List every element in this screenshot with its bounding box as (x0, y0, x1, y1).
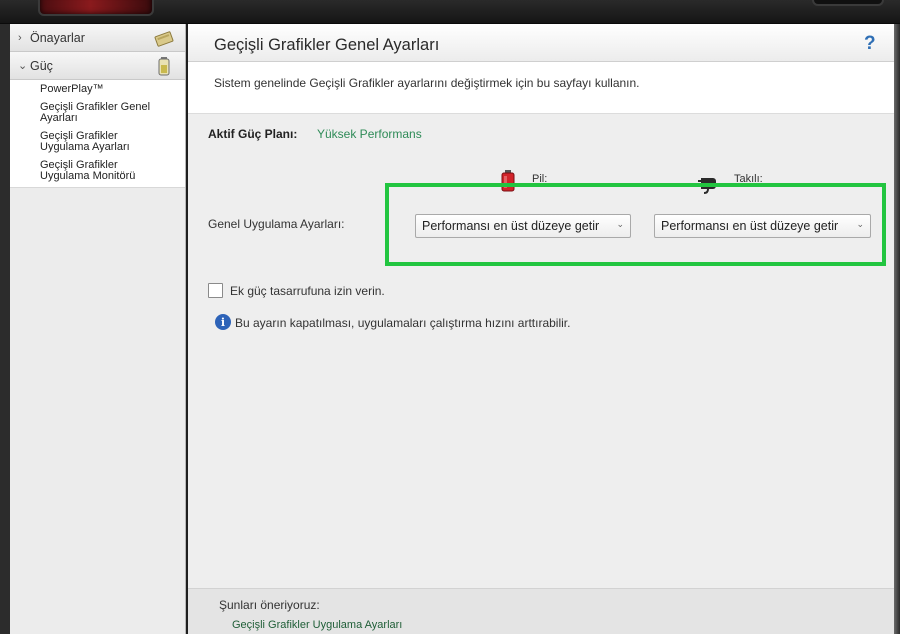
description-area: Sistem genelinde Geçişli Grafikler ayarl… (188, 62, 894, 114)
chevron-down-icon: ⌄ (18, 60, 28, 72)
chevron-right-icon: › (18, 31, 22, 44)
green-highlight-annotation (385, 183, 886, 266)
preset-card-icon (154, 31, 174, 47)
suggestion-link-app-settings[interactable]: Geçişli Grafikler Uygulama Ayarları (232, 619, 402, 631)
info-message: Bu ayarın kapatılması, uygulamaları çalı… (235, 316, 571, 330)
sidebar-section-label: Güç (30, 58, 53, 73)
top-header-strip (0, 0, 900, 24)
suggestions-title: Şunları öneriyoruz: (219, 598, 320, 612)
sidebar-item-switchable-global[interactable]: Geçişli Grafikler Genel Ayarları (40, 101, 168, 125)
sidebar-item-powerplay[interactable]: PowerPlay™ (40, 83, 177, 96)
sidebar-item-switchable-app-monitor[interactable]: Geçişli Grafikler Uygulama Monitörü (40, 159, 150, 183)
active-power-plan-label: Aktif Güç Planı: (208, 127, 298, 141)
suggestions-area: Şunları öneriyoruz: Geçişli Grafikler Uy… (188, 588, 894, 634)
page-description: Sistem genelinde Geçişli Grafikler ayarl… (214, 76, 640, 90)
top-right-button[interactable] (812, 0, 884, 6)
extra-power-saving-label[interactable]: Ek güç tasarrufuna izin verin. (230, 284, 385, 298)
question-mark-icon[interactable]: ? (864, 33, 882, 55)
sidebar-section-power[interactable]: ⌄ Güç (10, 52, 185, 80)
amd-logo (38, 0, 154, 16)
global-app-settings-label: Genel Uygulama Ayarları: (208, 217, 345, 231)
sidebar-section-presets[interactable]: › Önayarlar (10, 24, 185, 52)
window-right-edge (894, 24, 900, 634)
sidebar-section-label: Önayarlar (30, 30, 85, 45)
power-submenu: PowerPlay™ Geçişli Grafikler Genel Ayarl… (10, 80, 185, 188)
page-title: Geçişli Grafikler Genel Ayarları (214, 36, 440, 54)
extra-power-saving-checkbox[interactable] (208, 283, 223, 298)
sidebar-item-switchable-app-settings[interactable]: Geçişli Grafikler Uygulama Ayarları (40, 130, 150, 154)
active-power-plan-value: Yüksek Performans (317, 127, 422, 141)
info-icon: i (215, 314, 231, 330)
page-header: Geçişli Grafikler Genel Ayarları ? (188, 24, 894, 62)
sidebar: › Önayarlar ⌄ Güç PowerPlay™ Geçişli Gra… (10, 24, 186, 634)
window-left-edge (0, 24, 10, 634)
battery-icon (158, 57, 170, 76)
main-panel: Geçişli Grafikler Genel Ayarları ? Siste… (188, 24, 894, 634)
